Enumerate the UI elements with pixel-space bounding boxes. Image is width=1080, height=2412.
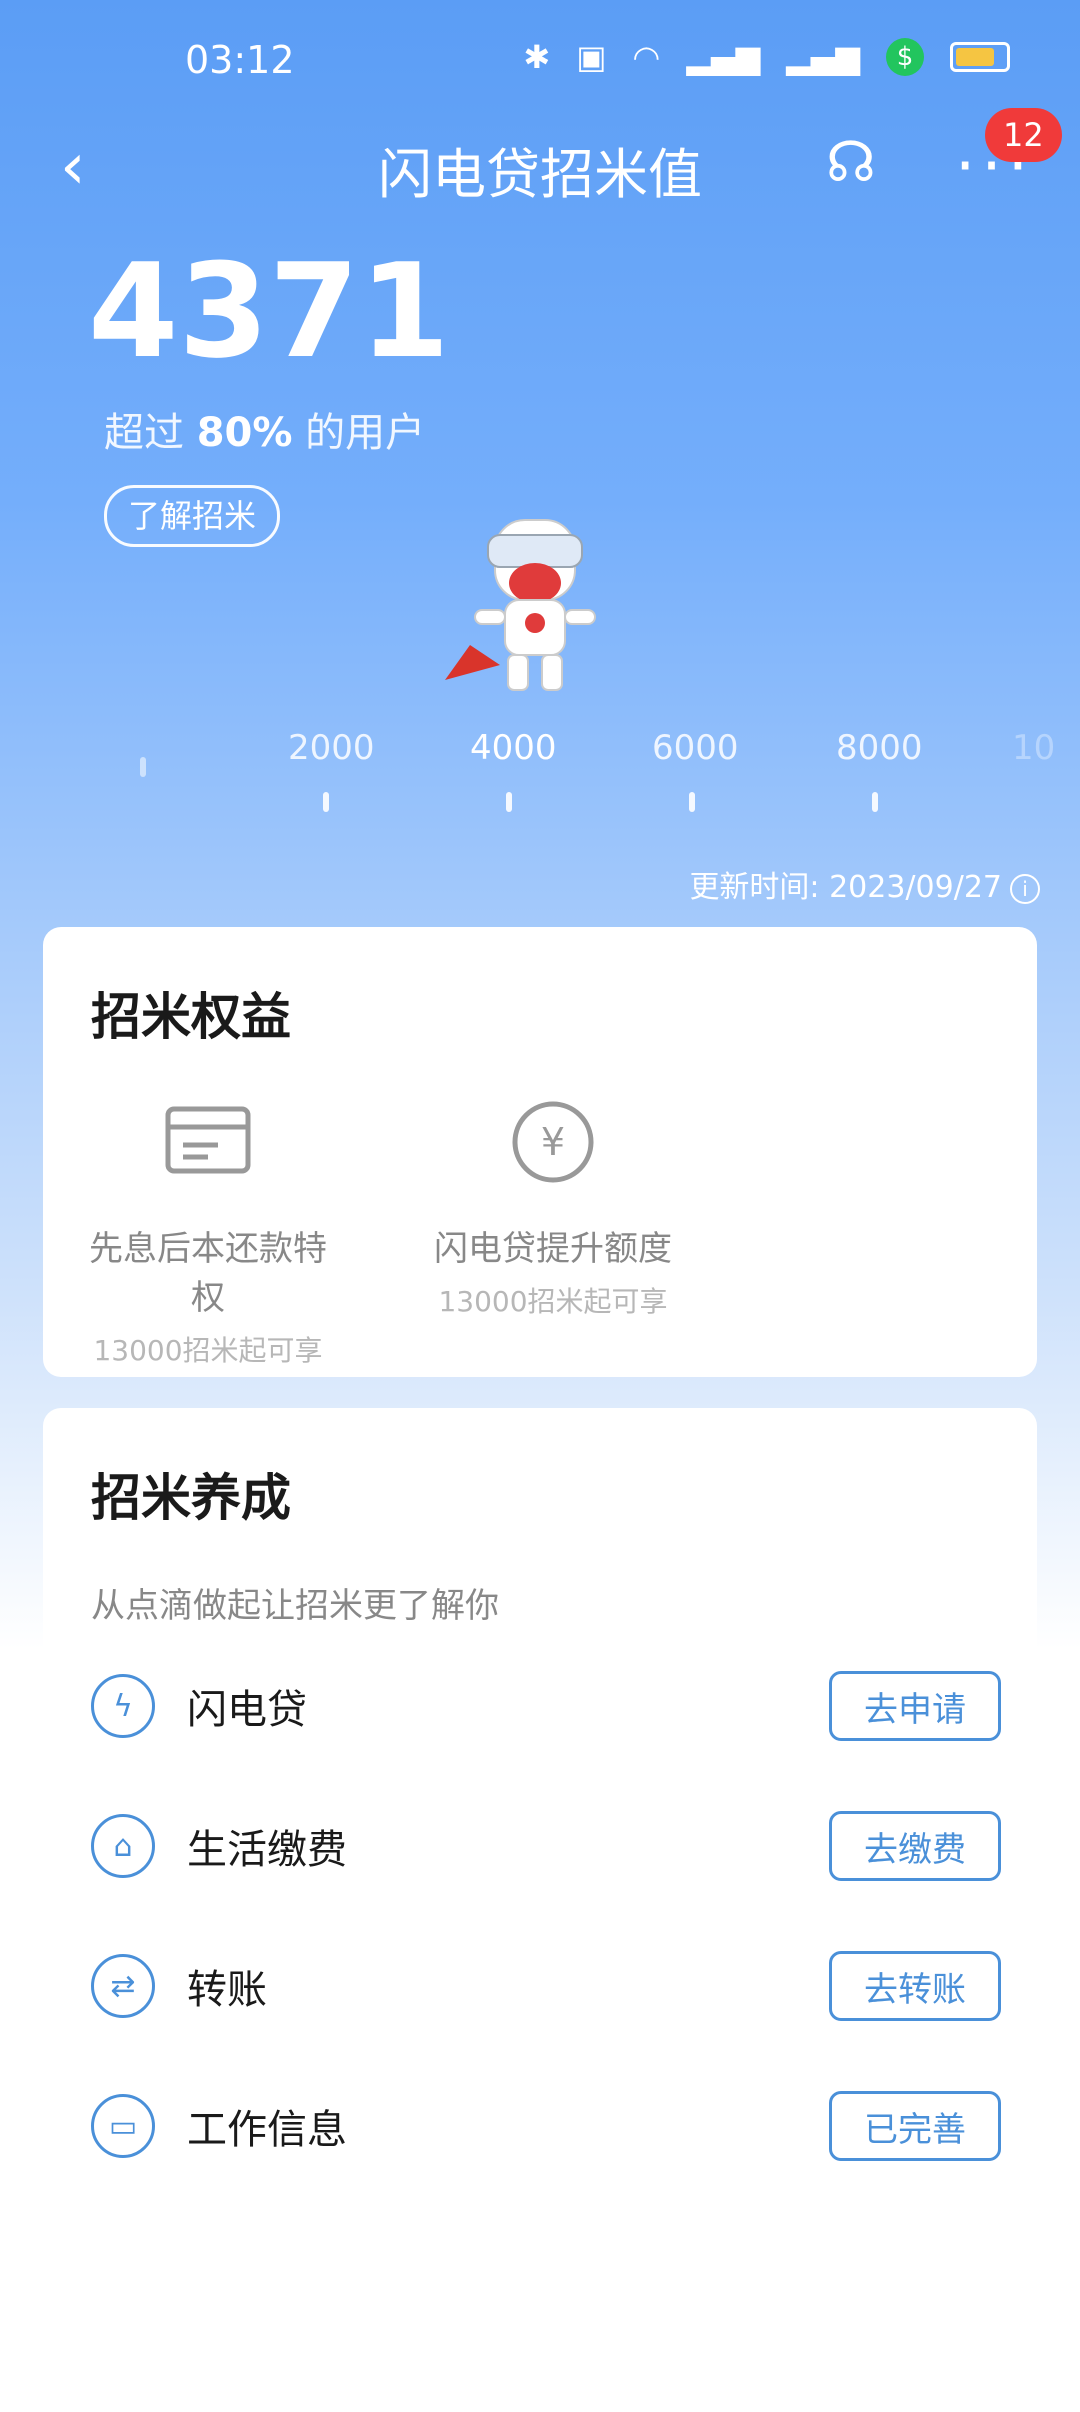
grow-item-label: 闪电贷	[187, 1687, 307, 1733]
page-title: 闪电贷招米值	[378, 143, 702, 206]
scale-tick	[872, 792, 878, 812]
percent-prefix: 超过	[104, 410, 197, 456]
benefit-item[interactable]: 先息后本还款特权 13000招米起可享	[73, 1097, 343, 1369]
scale-label-4000: 4000	[470, 728, 557, 768]
notification-badge: 12	[985, 108, 1062, 162]
transfer-icon: ⇄	[91, 1954, 155, 2018]
grow-item: ⌂ 生活缴费 去缴费	[91, 1806, 1001, 1886]
scale-tick	[689, 792, 695, 812]
transfer-button[interactable]: 去转账	[829, 1951, 1001, 2021]
benefit-name: 闪电贷提升额度	[434, 1229, 672, 1269]
scale-label-10000: 10	[1012, 728, 1056, 768]
card-transfer-icon	[165, 1106, 251, 1174]
grow-item-label: 工作信息	[187, 2107, 347, 2153]
headset-icon[interactable]: ☊	[826, 130, 876, 195]
benefit-sub: 13000招米起可享	[93, 1334, 323, 1367]
home-yen-icon: ⌂	[91, 1814, 155, 1878]
update-time: 更新时间: 2023/09/27 i	[689, 862, 1040, 906]
status-icons: ✱ ▣ ◠ ▂▄▆ ▂▄▆ $	[523, 38, 1010, 76]
learn-button[interactable]: 了解招米	[104, 485, 280, 547]
benefit-name: 先息后本还款特权	[89, 1229, 327, 1318]
percent-value: 80%	[196, 410, 293, 456]
grow-item: ϟ 闪电贷 去申请	[91, 1666, 1001, 1746]
benefit-item[interactable]: ¥ 闪电贷提升额度 13000招米起可享	[418, 1097, 688, 1320]
scale-tick	[323, 792, 329, 812]
grow-subtitle: 从点滴做起让招米更了解你	[91, 1586, 499, 1626]
grow-item: ▭ 工作信息 已完善	[91, 2086, 1001, 2166]
status-time: 03:12	[185, 38, 295, 82]
mascot-image	[445, 519, 596, 691]
grow-item-label: 生活缴费	[187, 1827, 347, 1873]
bluetooth-icon: ✱	[523, 38, 551, 76]
benefits-card: 招米权益 先息后本还款特权 13000招米起可享 ¥ 闪电贷提升额度 13000…	[43, 927, 1037, 1377]
status-bar: 03:12 ✱ ▣ ◠ ▂▄▆ ▂▄▆ $	[0, 0, 1080, 120]
completed-button[interactable]: 已完善	[829, 2091, 1001, 2161]
percent-text: 超过 80% 的用户	[104, 400, 425, 458]
apply-button[interactable]: 去申请	[829, 1671, 1001, 1741]
pay-bill-button[interactable]: 去缴费	[829, 1811, 1001, 1881]
scale-label-2000: 2000	[288, 728, 375, 768]
grow-item: ⇄ 转账 去转账	[91, 1946, 1001, 2026]
scale-tick	[140, 757, 146, 777]
battery-icon	[950, 42, 1010, 72]
scale-tick	[506, 792, 512, 812]
svg-text:¥: ¥	[541, 1120, 565, 1164]
scale-label-6000: 6000	[652, 728, 739, 768]
5g-signal-icon-2: ▂▄▆	[786, 38, 860, 76]
info-icon[interactable]: i	[1010, 873, 1040, 904]
update-text: 更新时间: 2023/09/27	[689, 870, 1002, 905]
hd-icon: ▣	[576, 38, 607, 76]
yen-up-icon: ¥	[512, 1101, 594, 1183]
grow-card: 招米养成 从点滴做起让招米更了解你 ϟ 闪电贷 去申请 ⌂ 生活缴费 去缴费 ⇄…	[43, 1408, 1037, 2205]
scale-label-8000: 8000	[836, 728, 923, 768]
lightning-icon: ϟ	[91, 1674, 155, 1738]
grow-item-label: 转账	[187, 1967, 267, 2013]
score-value: 4371	[88, 235, 450, 387]
wifi-icon: ◠	[632, 38, 661, 76]
benefit-sub: 13000招米起可享	[438, 1285, 668, 1318]
grow-title: 招米养成	[91, 1469, 291, 1527]
work-info-icon: ▭	[91, 2094, 155, 2158]
benefits-title: 招米权益	[91, 988, 291, 1046]
5g-signal-icon: ▂▄▆	[686, 38, 761, 76]
dollar-icon: $	[886, 38, 924, 76]
percent-suffix: 的用户	[292, 410, 426, 456]
